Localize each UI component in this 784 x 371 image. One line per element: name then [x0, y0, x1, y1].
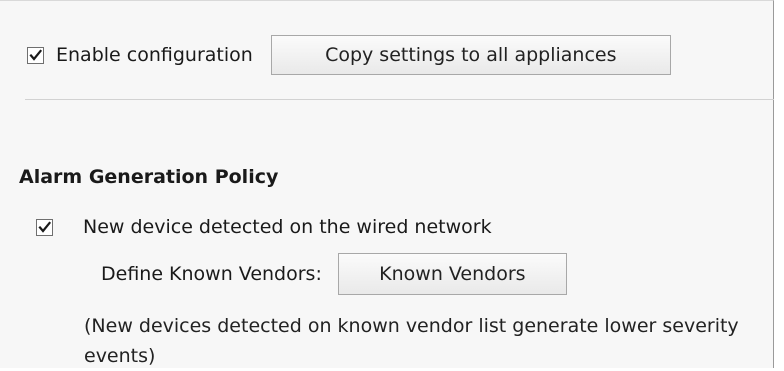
known-vendors-button[interactable]: Known Vendors — [337, 253, 567, 295]
known-vendors-label: Define Known Vendors: — [101, 263, 322, 285]
checkmark-icon — [29, 48, 42, 61]
alarm-policy-heading: Alarm Generation Policy — [19, 166, 279, 188]
settings-panel: Enable configuration Copy settings to al… — [0, 0, 774, 368]
new-device-label: New device detected on the wired network — [83, 216, 492, 238]
enable-config-label: Enable configuration — [56, 44, 253, 66]
enable-config-checkbox[interactable] — [27, 46, 44, 64]
enable-config-row: Enable configuration Copy settings to al… — [27, 35, 671, 75]
section-divider — [25, 99, 774, 100]
vendor-note-text: (New devices detected on known vendor li… — [84, 315, 739, 367]
checkmark-icon — [38, 220, 51, 233]
known-vendors-row: Define Known Vendors: Known Vendors — [101, 253, 567, 295]
copy-settings-button[interactable]: Copy settings to all appliances — [270, 35, 671, 75]
new-device-row: New device detected on the wired network — [36, 213, 492, 241]
new-device-checkbox[interactable] — [36, 218, 53, 236]
